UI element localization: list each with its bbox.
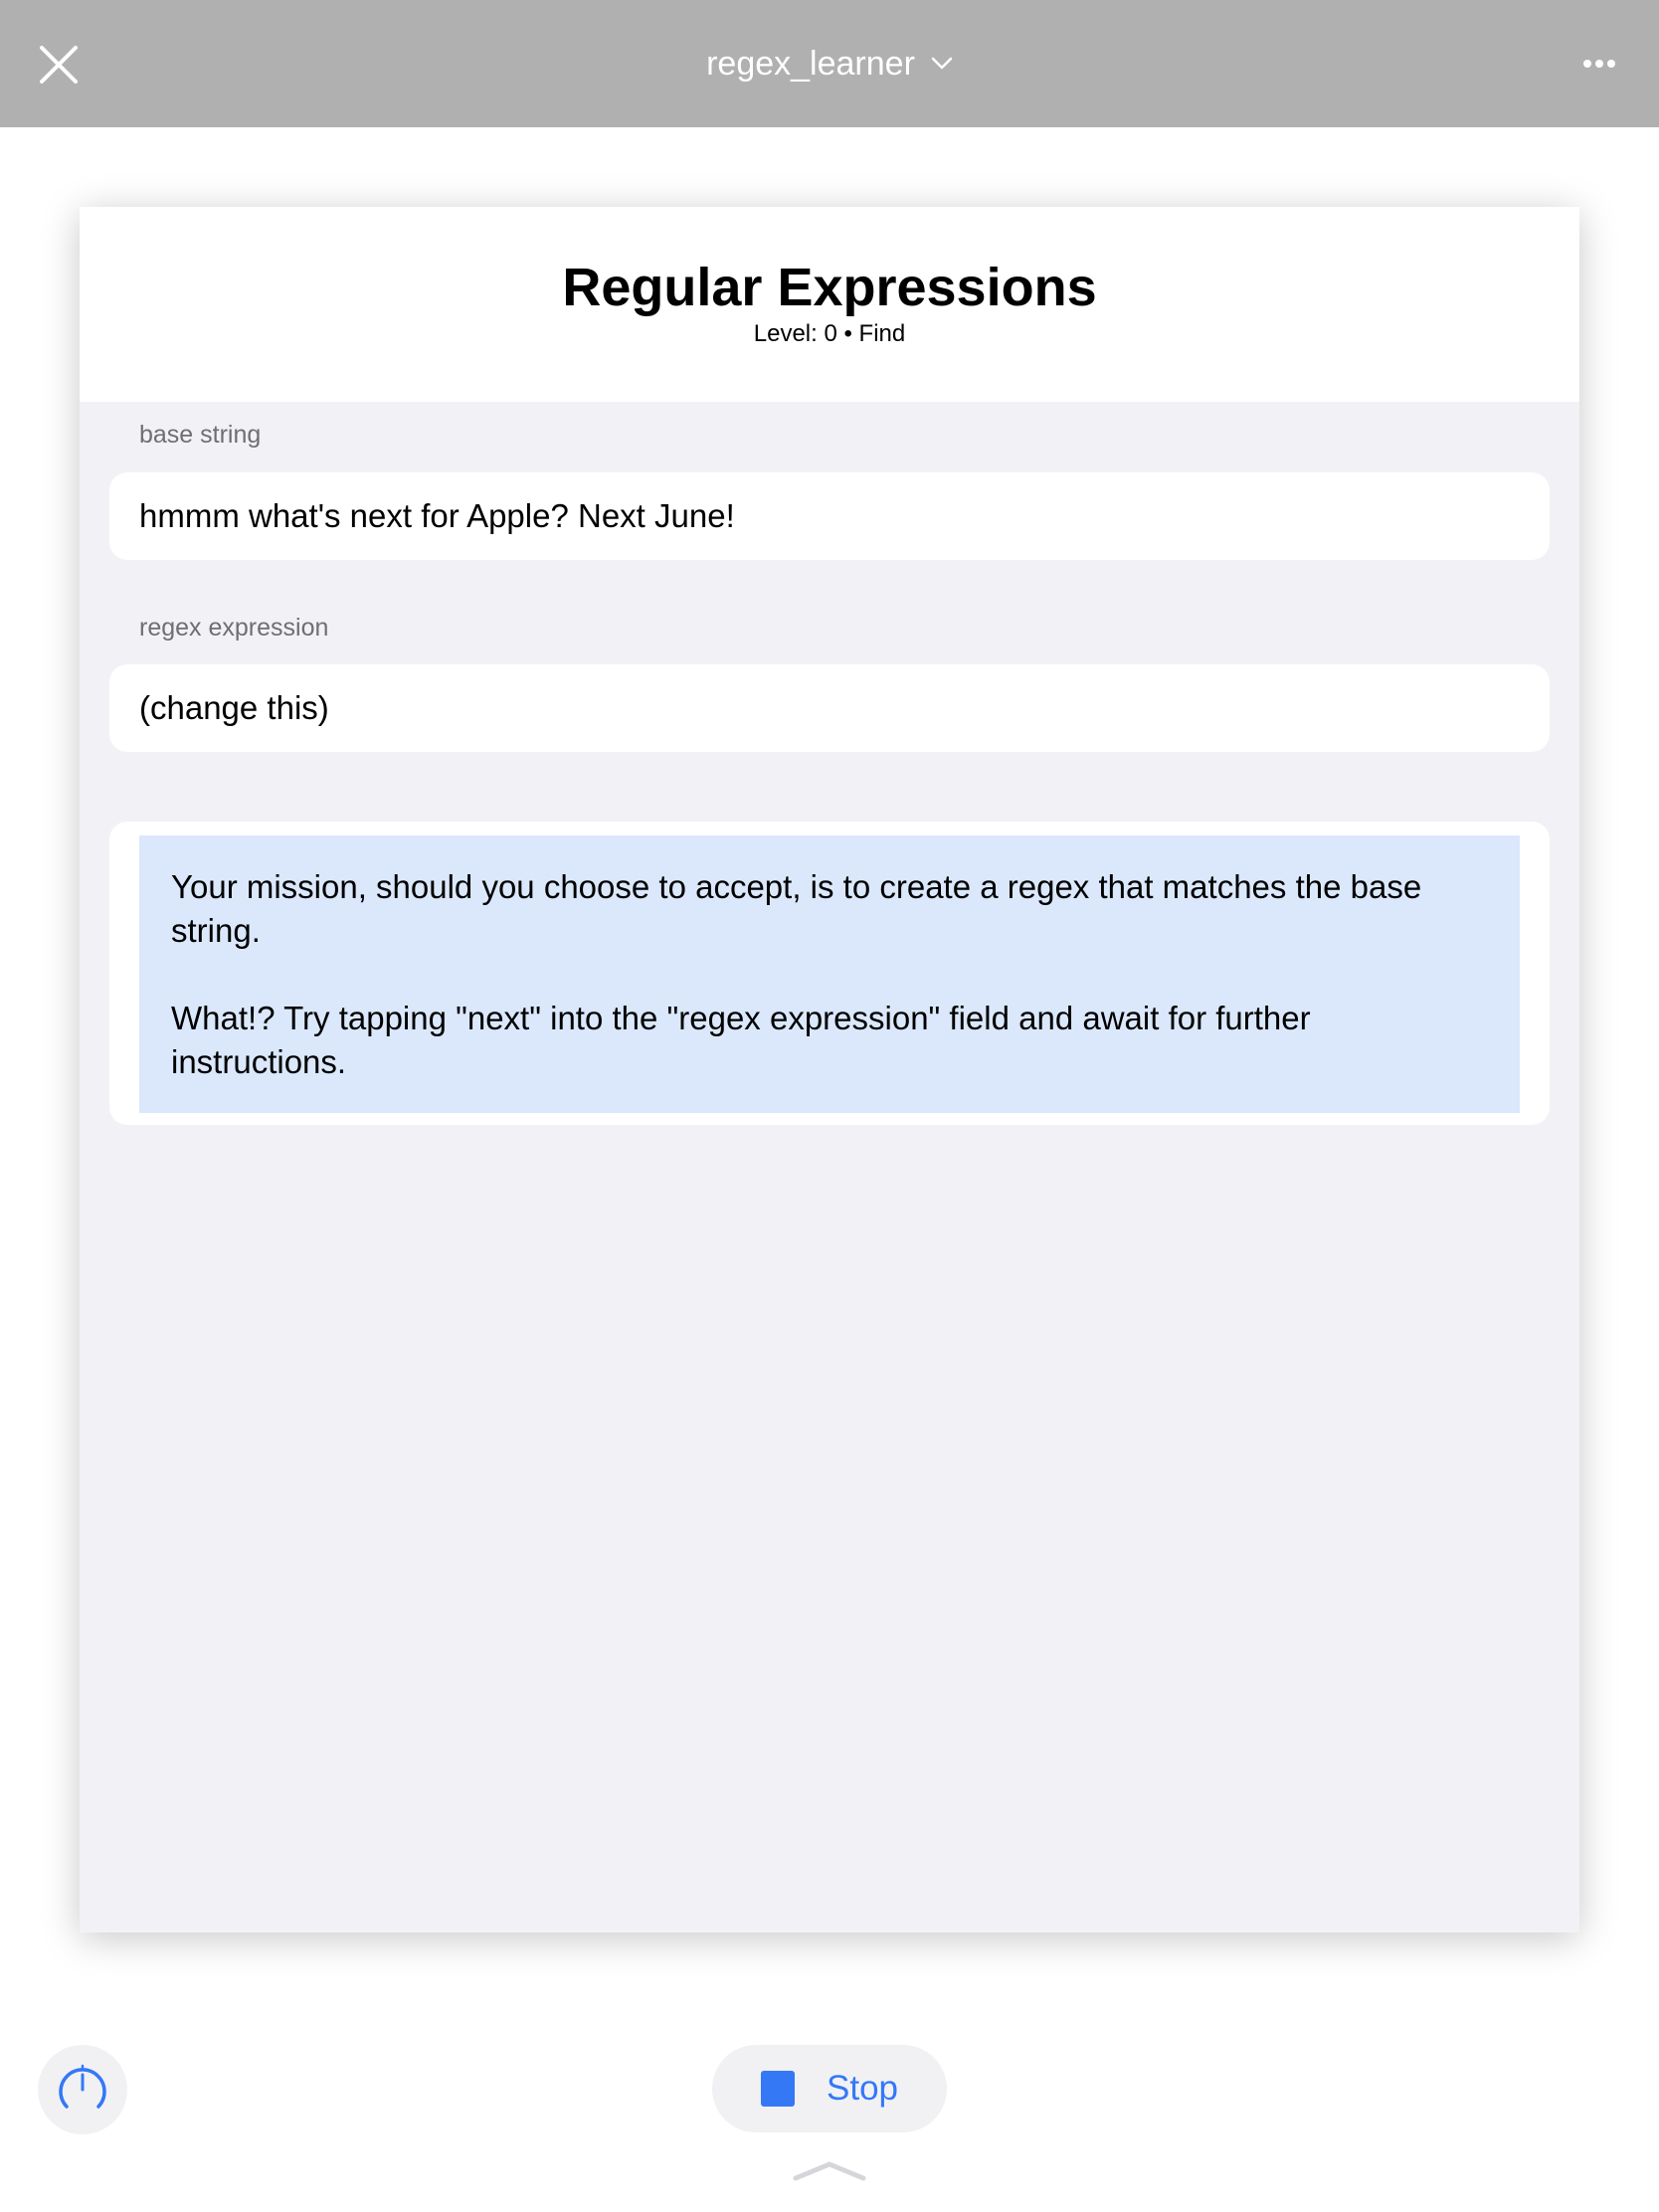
regex-expression-label: regex expression [139,614,329,642]
close-icon [40,46,78,84]
gauge-icon [59,2064,106,2109]
project-title-menu[interactable]: regex_learner [706,47,953,81]
chevron-up-icon[interactable] [792,2158,867,2184]
instructions-paragraph-2: What!? Try tapping "next" into the "rege… [171,1000,1311,1080]
instructions-card: Your mission, should you choose to accep… [109,822,1550,1125]
stop-label: Stop [827,2069,898,2108]
base-string-field[interactable]: hmmm what's next for Apple? Next June! [109,472,1550,560]
more-button[interactable] [1571,36,1627,92]
base-string-label: base string [139,421,262,449]
more-icon [1583,60,1615,68]
base-string-value: hmmm what's next for Apple? Next June! [139,497,735,534]
stop-icon [761,2071,795,2107]
top-bar: regex_learner [0,0,1659,127]
stop-button[interactable]: Stop [712,2045,947,2132]
close-button[interactable] [28,28,90,99]
level-subtitle: Level: 0 • Find [753,320,906,347]
app-preview-card: Regular Expressions Level: 0 • Find base… [80,207,1579,1933]
project-title: regex_learner [706,45,915,83]
instructions-box: Your mission, should you choose to accep… [139,835,1520,1113]
performance-button[interactable] [38,2045,127,2134]
regex-expression-input[interactable] [139,689,1550,727]
page-title: Regular Expressions [562,258,1097,317]
instructions-paragraph-1: Your mission, should you choose to accep… [171,868,1422,949]
header: Regular Expressions Level: 0 • Find [80,207,1579,402]
regex-expression-field[interactable] [109,664,1550,752]
chevron-down-icon [931,57,953,70]
